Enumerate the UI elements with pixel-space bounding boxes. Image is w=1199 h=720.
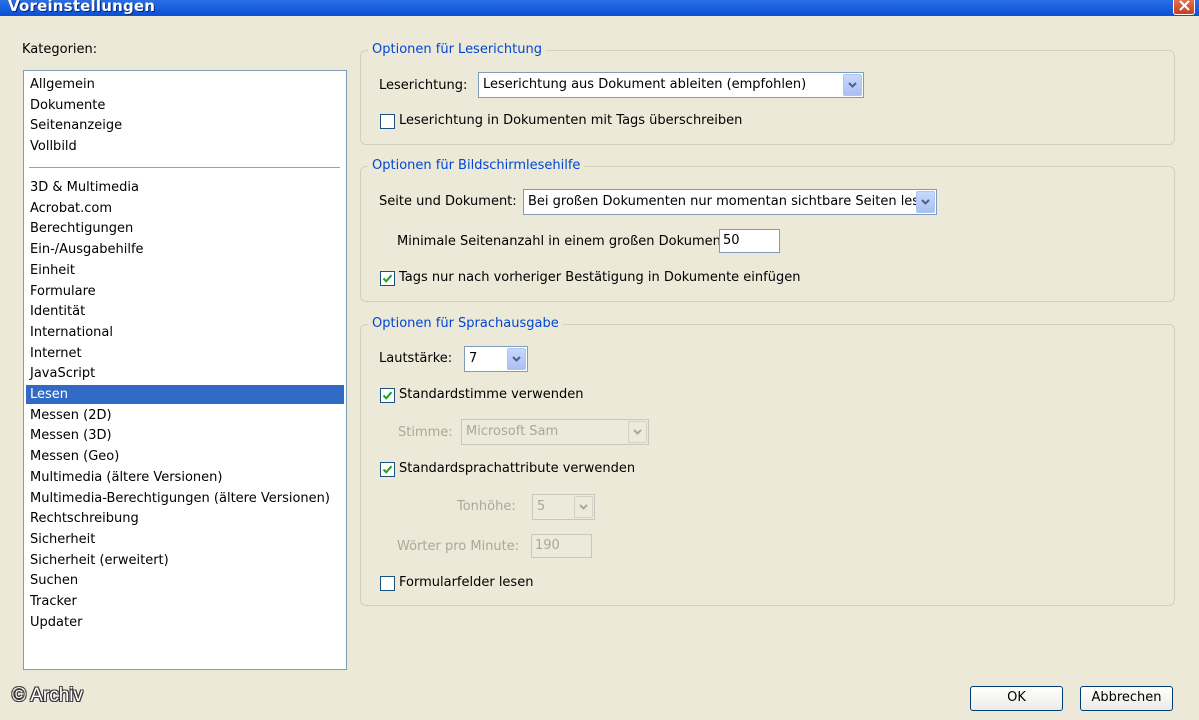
category-item[interactable]: Einheit (26, 261, 344, 280)
min-pages-label: Minimale Seitenanzahl in einem großen Do… (397, 234, 731, 249)
dropdown-arrow-button[interactable] (916, 191, 935, 213)
category-item[interactable]: Updater (26, 613, 344, 632)
default-voice-checkbox[interactable] (380, 388, 395, 403)
chevron-down-icon (633, 429, 642, 435)
confirm-tags-label: Tags nur nach vorheriger Bestätigung in … (399, 270, 801, 285)
default-attributes-label: Standardsprachattribute verwenden (399, 461, 636, 476)
title-bar: Voreinstellungen (0, 0, 1199, 16)
category-item[interactable]: Sicherheit (erweitert) (26, 551, 344, 570)
category-item[interactable]: Allgemein (26, 75, 344, 94)
words-per-minute-value: 190 (535, 538, 560, 553)
dropdown-arrow-button[interactable] (628, 421, 647, 443)
speech-group-title: Optionen für Sprachausgabe (368, 316, 563, 332)
chevron-down-icon (848, 82, 857, 88)
category-item[interactable]: Vollbild (26, 137, 344, 156)
volume-label: Lautstärke: (379, 351, 453, 366)
category-item[interactable]: Messen (2D) (26, 406, 344, 425)
watermark: © Archiv (12, 685, 84, 706)
categories-list[interactable]: Allgemein Dokumente Seitenanzeige Vollbild 3… (23, 70, 347, 670)
chevron-down-icon (579, 504, 588, 510)
category-item[interactable]: Sicherheit (26, 530, 344, 549)
categories-separator (29, 167, 340, 168)
dropdown-arrow-button[interactable] (507, 348, 526, 370)
voice-value: Microsoft Sam (466, 424, 559, 439)
close-button[interactable] (1173, 0, 1195, 15)
min-pages-input[interactable]: 50 (719, 229, 780, 253)
category-item[interactable]: Tracker (26, 592, 344, 611)
category-item[interactable]: Berechtigungen (26, 219, 344, 238)
cancel-button[interactable]: Abbrechen (1080, 686, 1173, 711)
chevron-down-icon (512, 356, 521, 362)
category-item[interactable]: Acrobat.com (26, 199, 344, 218)
min-pages-value: 50 (723, 233, 740, 248)
reading-order-dropdown[interactable]: Leserichtung aus Dokument ableiten (empf… (478, 72, 864, 98)
ok-button[interactable]: OK (970, 686, 1063, 711)
category-item[interactable]: Multimedia (ältere Versionen) (26, 468, 344, 487)
category-item[interactable]: Formulare (26, 282, 344, 301)
dropdown-arrow-button[interactable] (574, 496, 593, 518)
screen-reader-group: Optionen für Bildschirmlesehilfe Seite u… (360, 158, 1175, 302)
categories-label: Kategorien: (22, 42, 98, 57)
chevron-down-icon (921, 199, 930, 205)
checkmark-icon (382, 391, 393, 400)
category-item[interactable]: JavaScript (26, 364, 344, 383)
read-form-fields-label: Formularfelder lesen (399, 575, 534, 590)
category-item[interactable]: Suchen (26, 571, 344, 590)
pitch-value: 5 (537, 499, 546, 514)
checkmark-icon (382, 465, 393, 474)
category-item[interactable]: Messen (Geo) (26, 447, 344, 466)
voice-dropdown[interactable]: Microsoft Sam (461, 419, 649, 445)
close-icon (1179, 0, 1190, 11)
reading-order-group: Optionen für Leserichtung Leserichtung: … (360, 42, 1175, 145)
default-voice-label: Standardstimme verwenden (399, 387, 584, 402)
volume-dropdown[interactable]: 7 (464, 346, 528, 372)
category-item[interactable]: Seitenanzeige (26, 116, 344, 135)
default-attributes-checkbox[interactable] (380, 462, 395, 477)
confirm-tags-checkbox[interactable] (380, 271, 395, 286)
pitch-dropdown[interactable]: 5 (532, 494, 595, 520)
override-reading-order-checkbox[interactable] (380, 114, 395, 129)
page-document-label: Seite und Dokument: (379, 194, 517, 209)
category-item[interactable]: Dokumente (26, 96, 344, 115)
words-per-minute-label: Wörter pro Minute: (397, 539, 520, 554)
category-item[interactable]: Rechtschreibung (26, 509, 344, 528)
window-title: Voreinstellungen (8, 0, 156, 15)
category-item[interactable]: Multimedia-Berechtigungen (ältere Versio… (26, 489, 344, 508)
speech-group: Optionen für Sprachausgabe Lautstärke: 7… (360, 316, 1175, 606)
reading-order-group-title: Optionen für Leserichtung (368, 42, 547, 58)
override-reading-order-label: Leserichtung in Dokumenten mit Tags über… (399, 113, 743, 128)
screen-reader-group-title: Optionen für Bildschirmlesehilfe (368, 158, 585, 174)
reading-order-label: Leserichtung: (379, 78, 468, 93)
category-item[interactable]: Ein-/Ausgabehilfe (26, 240, 344, 259)
volume-value: 7 (469, 351, 478, 366)
pitch-label: Tonhöhe: (457, 499, 516, 514)
read-form-fields-checkbox[interactable] (380, 576, 395, 591)
page-document-value: Bei großen Dokumenten nur momentan sicht… (528, 194, 936, 209)
reading-order-value: Leserichtung aus Dokument ableiten (empf… (483, 77, 807, 92)
category-item[interactable]: International (26, 323, 344, 342)
checkmark-icon (382, 274, 393, 283)
words-per-minute-input[interactable]: 190 (531, 534, 592, 558)
category-item[interactable]: Messen (3D) (26, 426, 344, 445)
voice-label: Stimme: (398, 425, 453, 440)
category-item[interactable]: Lesen (26, 385, 344, 404)
dropdown-arrow-button[interactable] (843, 74, 862, 96)
page-document-dropdown[interactable]: Bei großen Dokumenten nur momentan sicht… (523, 189, 937, 215)
category-item[interactable]: Identität (26, 302, 344, 321)
category-item[interactable]: 3D & Multimedia (26, 178, 344, 197)
category-item[interactable]: Internet (26, 344, 344, 363)
